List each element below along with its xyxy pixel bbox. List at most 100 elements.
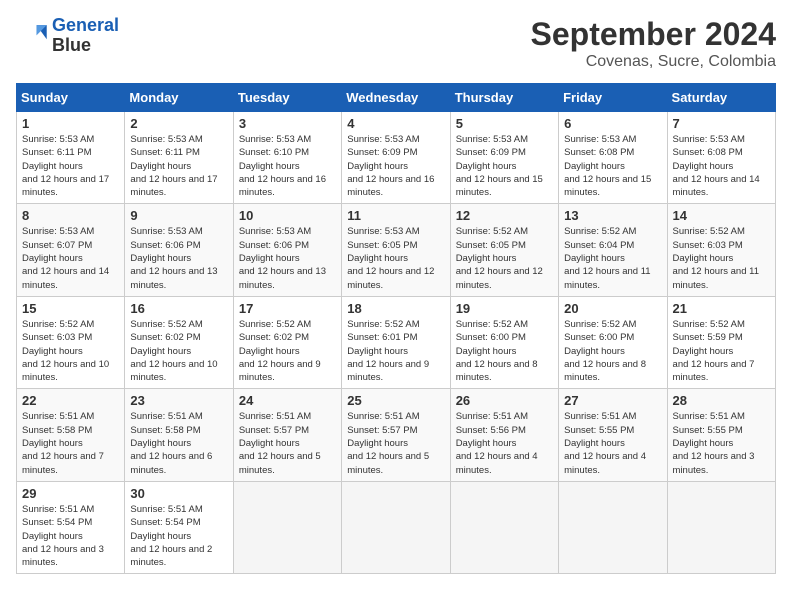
- day-cell-9: 9 Sunrise: 5:53 AM Sunset: 6:06 PM Dayli…: [125, 204, 233, 296]
- day-cell-14: 14 Sunrise: 5:52 AM Sunset: 6:03 PM Dayl…: [667, 204, 775, 296]
- day-cell-20: 20 Sunrise: 5:52 AM Sunset: 6:00 PM Dayl…: [559, 296, 667, 388]
- day-number: 23: [130, 393, 227, 408]
- day-number: 22: [22, 393, 119, 408]
- day-number: 14: [673, 208, 770, 223]
- day-info: Sunrise: 5:53 AM Sunset: 6:06 PM Dayligh…: [239, 225, 336, 291]
- day-cell-2: 2 Sunrise: 5:53 AM Sunset: 6:11 PM Dayli…: [125, 112, 233, 204]
- day-info: Sunrise: 5:51 AM Sunset: 5:57 PM Dayligh…: [239, 410, 336, 476]
- day-number: 3: [239, 116, 336, 131]
- day-info: Sunrise: 5:53 AM Sunset: 6:06 PM Dayligh…: [130, 225, 227, 291]
- day-info: Sunrise: 5:53 AM Sunset: 6:07 PM Dayligh…: [22, 225, 119, 291]
- day-number: 1: [22, 116, 119, 131]
- day-number: 21: [673, 301, 770, 316]
- day-number: 25: [347, 393, 444, 408]
- day-info: Sunrise: 5:51 AM Sunset: 5:54 PM Dayligh…: [130, 503, 227, 569]
- day-info: Sunrise: 5:52 AM Sunset: 5:59 PM Dayligh…: [673, 318, 770, 384]
- day-info: Sunrise: 5:52 AM Sunset: 6:03 PM Dayligh…: [22, 318, 119, 384]
- day-info: Sunrise: 5:53 AM Sunset: 6:08 PM Dayligh…: [673, 133, 770, 199]
- day-info: Sunrise: 5:52 AM Sunset: 6:03 PM Dayligh…: [673, 225, 770, 291]
- day-header-friday: Friday: [559, 84, 667, 112]
- day-number: 7: [673, 116, 770, 131]
- day-info: Sunrise: 5:51 AM Sunset: 5:56 PM Dayligh…: [456, 410, 553, 476]
- day-cell-1: 1 Sunrise: 5:53 AM Sunset: 6:11 PM Dayli…: [17, 112, 125, 204]
- day-cell-24: 24 Sunrise: 5:51 AM Sunset: 5:57 PM Dayl…: [233, 389, 341, 481]
- day-info: Sunrise: 5:52 AM Sunset: 6:00 PM Dayligh…: [564, 318, 661, 384]
- day-cell-30: 30 Sunrise: 5:51 AM Sunset: 5:54 PM Dayl…: [125, 481, 233, 573]
- header-row: SundayMondayTuesdayWednesdayThursdayFrid…: [17, 84, 776, 112]
- day-number: 2: [130, 116, 227, 131]
- day-info: Sunrise: 5:53 AM Sunset: 6:10 PM Dayligh…: [239, 133, 336, 199]
- day-info: Sunrise: 5:52 AM Sunset: 6:05 PM Dayligh…: [456, 225, 553, 291]
- day-cell-8: 8 Sunrise: 5:53 AM Sunset: 6:07 PM Dayli…: [17, 204, 125, 296]
- day-info: Sunrise: 5:52 AM Sunset: 6:02 PM Dayligh…: [130, 318, 227, 384]
- day-cell-3: 3 Sunrise: 5:53 AM Sunset: 6:10 PM Dayli…: [233, 112, 341, 204]
- day-cell-28: 28 Sunrise: 5:51 AM Sunset: 5:55 PM Dayl…: [667, 389, 775, 481]
- day-number: 18: [347, 301, 444, 316]
- day-cell-10: 10 Sunrise: 5:53 AM Sunset: 6:06 PM Dayl…: [233, 204, 341, 296]
- day-number: 13: [564, 208, 661, 223]
- day-header-sunday: Sunday: [17, 84, 125, 112]
- day-cell-4: 4 Sunrise: 5:53 AM Sunset: 6:09 PM Dayli…: [342, 112, 450, 204]
- calendar-table: SundayMondayTuesdayWednesdayThursdayFrid…: [16, 83, 776, 574]
- day-info: Sunrise: 5:52 AM Sunset: 6:04 PM Dayligh…: [564, 225, 661, 291]
- day-cell-7: 7 Sunrise: 5:53 AM Sunset: 6:08 PM Dayli…: [667, 112, 775, 204]
- day-cell-18: 18 Sunrise: 5:52 AM Sunset: 6:01 PM Dayl…: [342, 296, 450, 388]
- day-info: Sunrise: 5:53 AM Sunset: 6:11 PM Dayligh…: [130, 133, 227, 199]
- day-number: 24: [239, 393, 336, 408]
- day-number: 19: [456, 301, 553, 316]
- day-cell-27: 27 Sunrise: 5:51 AM Sunset: 5:55 PM Dayl…: [559, 389, 667, 481]
- logo: General Blue: [16, 16, 119, 56]
- empty-cell: [450, 481, 558, 573]
- calendar-week-1: 1 Sunrise: 5:53 AM Sunset: 6:11 PM Dayli…: [17, 112, 776, 204]
- day-cell-19: 19 Sunrise: 5:52 AM Sunset: 6:00 PM Dayl…: [450, 296, 558, 388]
- day-cell-29: 29 Sunrise: 5:51 AM Sunset: 5:54 PM Dayl…: [17, 481, 125, 573]
- day-number: 30: [130, 486, 227, 501]
- day-info: Sunrise: 5:51 AM Sunset: 5:58 PM Dayligh…: [130, 410, 227, 476]
- day-number: 4: [347, 116, 444, 131]
- location-title: Covenas, Sucre, Colombia: [531, 53, 776, 71]
- day-cell-6: 6 Sunrise: 5:53 AM Sunset: 6:08 PM Dayli…: [559, 112, 667, 204]
- day-number: 26: [456, 393, 553, 408]
- day-number: 5: [456, 116, 553, 131]
- day-header-monday: Monday: [125, 84, 233, 112]
- day-number: 27: [564, 393, 661, 408]
- day-number: 10: [239, 208, 336, 223]
- logo-icon: [16, 20, 48, 52]
- day-header-thursday: Thursday: [450, 84, 558, 112]
- day-info: Sunrise: 5:51 AM Sunset: 5:57 PM Dayligh…: [347, 410, 444, 476]
- day-info: Sunrise: 5:51 AM Sunset: 5:55 PM Dayligh…: [564, 410, 661, 476]
- day-info: Sunrise: 5:51 AM Sunset: 5:58 PM Dayligh…: [22, 410, 119, 476]
- day-number: 12: [456, 208, 553, 223]
- day-number: 15: [22, 301, 119, 316]
- day-cell-23: 23 Sunrise: 5:51 AM Sunset: 5:58 PM Dayl…: [125, 389, 233, 481]
- calendar-week-2: 8 Sunrise: 5:53 AM Sunset: 6:07 PM Dayli…: [17, 204, 776, 296]
- day-number: 29: [22, 486, 119, 501]
- day-info: Sunrise: 5:52 AM Sunset: 6:00 PM Dayligh…: [456, 318, 553, 384]
- empty-cell: [342, 481, 450, 573]
- day-number: 8: [22, 208, 119, 223]
- day-info: Sunrise: 5:52 AM Sunset: 6:01 PM Dayligh…: [347, 318, 444, 384]
- day-cell-16: 16 Sunrise: 5:52 AM Sunset: 6:02 PM Dayl…: [125, 296, 233, 388]
- day-info: Sunrise: 5:53 AM Sunset: 6:08 PM Dayligh…: [564, 133, 661, 199]
- day-number: 28: [673, 393, 770, 408]
- day-cell-5: 5 Sunrise: 5:53 AM Sunset: 6:09 PM Dayli…: [450, 112, 558, 204]
- page-header: General Blue September 2024 Covenas, Suc…: [16, 16, 776, 71]
- day-header-saturday: Saturday: [667, 84, 775, 112]
- day-cell-13: 13 Sunrise: 5:52 AM Sunset: 6:04 PM Dayl…: [559, 204, 667, 296]
- day-number: 9: [130, 208, 227, 223]
- title-area: September 2024 Covenas, Sucre, Colombia: [531, 16, 776, 71]
- day-header-tuesday: Tuesday: [233, 84, 341, 112]
- day-number: 6: [564, 116, 661, 131]
- calendar-week-4: 22 Sunrise: 5:51 AM Sunset: 5:58 PM Dayl…: [17, 389, 776, 481]
- logo-text: General Blue: [52, 16, 119, 56]
- day-cell-11: 11 Sunrise: 5:53 AM Sunset: 6:05 PM Dayl…: [342, 204, 450, 296]
- day-number: 20: [564, 301, 661, 316]
- day-number: 11: [347, 208, 444, 223]
- month-title: September 2024: [531, 16, 776, 53]
- day-info: Sunrise: 5:53 AM Sunset: 6:09 PM Dayligh…: [456, 133, 553, 199]
- day-cell-21: 21 Sunrise: 5:52 AM Sunset: 5:59 PM Dayl…: [667, 296, 775, 388]
- day-number: 16: [130, 301, 227, 316]
- day-cell-15: 15 Sunrise: 5:52 AM Sunset: 6:03 PM Dayl…: [17, 296, 125, 388]
- day-info: Sunrise: 5:53 AM Sunset: 6:09 PM Dayligh…: [347, 133, 444, 199]
- day-info: Sunrise: 5:52 AM Sunset: 6:02 PM Dayligh…: [239, 318, 336, 384]
